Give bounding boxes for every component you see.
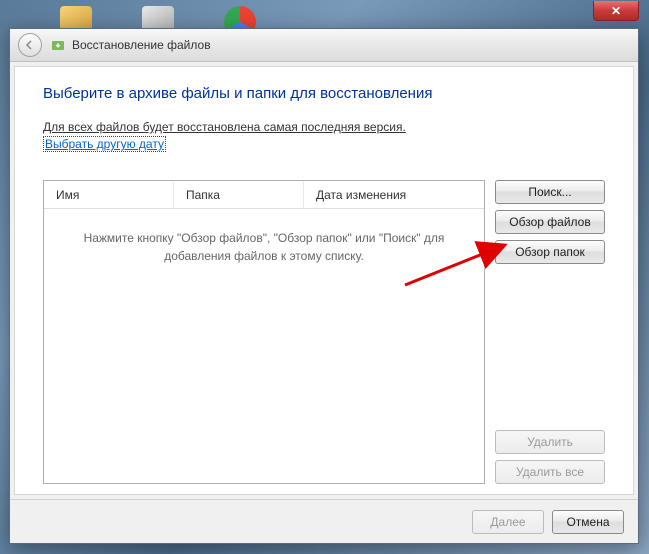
wizard-window: ✕ Восстановление файлов Выберите в архив… [9, 28, 639, 544]
main-area: Имя Папка Дата изменения Нажмите кнопку … [43, 180, 605, 484]
column-name[interactable]: Имя [44, 182, 174, 208]
restore-icon [50, 37, 66, 53]
list-empty-hint: Нажмите кнопку "Обзор файлов", "Обзор па… [44, 209, 484, 483]
footer: Далее Отмена [10, 499, 638, 543]
delete-button: Удалить [495, 430, 605, 454]
content-area: Выберите в архиве файлы и папки для восс… [14, 66, 634, 495]
window-title: Восстановление файлов [72, 38, 211, 52]
column-folder[interactable]: Папка [174, 182, 304, 208]
titlebar: Восстановление файлов [10, 29, 638, 62]
browse-folders-button[interactable]: Обзор папок [495, 240, 605, 264]
back-arrow-icon [24, 39, 36, 51]
subtext: Для всех файлов будет восстановлена сама… [43, 120, 605, 134]
side-buttons: Поиск... Обзор файлов Обзор папок Удалит… [495, 180, 605, 484]
column-date[interactable]: Дата изменения [304, 182, 484, 208]
delete-all-button: Удалить все [495, 460, 605, 484]
back-button[interactable] [18, 33, 42, 57]
list-header: Имя Папка Дата изменения [44, 181, 484, 209]
search-button[interactable]: Поиск... [495, 180, 605, 204]
choose-date-link[interactable]: Выбрать другую дату [43, 136, 166, 152]
cancel-button[interactable]: Отмена [552, 510, 624, 534]
close-button[interactable]: ✕ [593, 1, 639, 21]
close-icon: ✕ [611, 4, 621, 18]
next-button: Далее [472, 510, 544, 534]
page-heading: Выберите в архиве файлы и папки для восс… [43, 85, 605, 102]
browse-files-button[interactable]: Обзор файлов [495, 210, 605, 234]
file-list: Имя Папка Дата изменения Нажмите кнопку … [43, 180, 485, 484]
